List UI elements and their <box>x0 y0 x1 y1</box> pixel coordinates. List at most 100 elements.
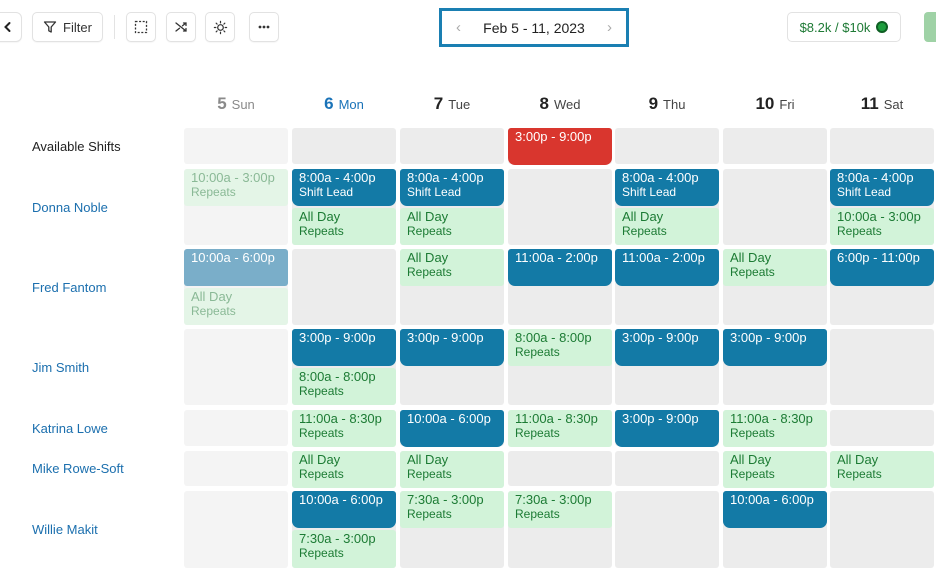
shuffle-button[interactable] <box>166 12 196 42</box>
shift-block[interactable]: 3:00p - 9:00p <box>292 329 396 366</box>
select-box-icon <box>134 20 148 34</box>
shift-block[interactable]: 8:00a - 8:00p Repeats <box>508 329 612 366</box>
select-area-button[interactable] <box>126 12 156 42</box>
schedule-cell[interactable] <box>292 249 396 325</box>
shift-subtitle: Repeats <box>730 265 775 279</box>
shift-block[interactable]: 8:00a - 4:00p Shift Lead <box>830 169 934 206</box>
day-header-mon: 6 Mon <box>292 94 396 116</box>
shift-block[interactable]: 10:00a - 6:00p <box>400 410 504 447</box>
schedule-cell[interactable] <box>830 329 934 405</box>
shift-time: 10:00a - 6:00p <box>191 250 275 265</box>
schedule-cell[interactable] <box>508 451 612 486</box>
chevron-left-icon[interactable]: ‹ <box>456 20 461 35</box>
schedule-cell[interactable] <box>723 128 827 164</box>
day-name: Thu <box>663 97 686 112</box>
shift-block[interactable]: 3:00p - 9:00p <box>508 128 612 165</box>
shift-block[interactable]: 7:30a - 3:00p Repeats <box>400 491 504 528</box>
shift-block[interactable]: 7:30a - 3:00p Repeats <box>292 530 396 568</box>
shift-time: 11:00a - 8:30p <box>515 411 598 426</box>
schedule-cell[interactable] <box>400 128 504 164</box>
shift-time: All Day <box>730 452 772 467</box>
shift-block[interactable]: All Day Repeats <box>184 288 288 325</box>
schedule-cell[interactable] <box>184 329 288 405</box>
shift-block[interactable]: All Day Repeats <box>830 451 934 488</box>
shift-block[interactable]: 10:00a - 6:00p <box>723 491 827 528</box>
schedule-cell[interactable] <box>184 491 288 568</box>
shift-block[interactable]: All Day Repeats <box>400 208 504 245</box>
shift-subtitle: Repeats <box>837 467 882 481</box>
shift-block[interactable]: All Day Repeats <box>615 208 719 245</box>
row-label-fred-fantom[interactable]: Fred Fantom <box>32 277 106 297</box>
shift-block[interactable]: 8:00a - 4:00p Shift Lead <box>292 169 396 206</box>
schedule-cell[interactable] <box>723 169 827 245</box>
shift-block[interactable]: 3:00p - 9:00p <box>400 329 504 366</box>
shift-block[interactable]: 8:00a - 4:00p Shift Lead <box>615 169 719 206</box>
schedule-cell[interactable] <box>615 491 719 568</box>
shift-block[interactable]: 3:00p - 9:00p <box>615 329 719 366</box>
shift-block[interactable]: All Day Repeats <box>292 451 396 488</box>
shift-subtitle: Repeats <box>622 224 667 238</box>
shift-block[interactable]: 11:00a - 2:00p <box>615 249 719 286</box>
shift-time: 11:00a - 2:00p <box>515 250 598 265</box>
schedule-cell[interactable] <box>184 128 288 164</box>
shift-time: 11:00a - 2:00p <box>622 250 705 265</box>
shift-block[interactable]: All Day Repeats <box>723 451 827 488</box>
shift-block[interactable]: 11:00a - 2:00p <box>508 249 612 286</box>
row-label-mike-rowe-soft[interactable]: Mike Rowe-Soft <box>32 459 124 479</box>
shift-block[interactable]: 10:00a - 6:00p <box>292 491 396 528</box>
schedule-cell[interactable] <box>508 169 612 245</box>
shift-block[interactable]: 11:00a - 8:30p Repeats <box>508 410 612 447</box>
shift-block[interactable]: 11:00a - 8:30p Repeats <box>292 410 396 447</box>
row-label-willie-makit[interactable]: Willie Makit <box>32 520 98 540</box>
day-number: 8 <box>539 94 549 113</box>
shift-time: 10:00a - 3:00p <box>191 170 275 185</box>
schedule-cell[interactable] <box>830 491 934 568</box>
shift-time: 3:00p - 9:00p <box>299 330 376 345</box>
back-button[interactable] <box>0 12 22 42</box>
shift-block[interactable]: 3:00p - 9:00p <box>615 410 719 447</box>
publish-button[interactable] <box>924 12 936 42</box>
shift-subtitle: Repeats <box>407 265 452 279</box>
filter-icon <box>43 21 57 33</box>
shift-time: 8:00a - 4:00p <box>837 170 914 185</box>
shift-time: 3:00p - 9:00p <box>730 330 807 345</box>
chevron-right-icon[interactable]: › <box>607 20 612 35</box>
shift-block[interactable]: 8:00a - 4:00p Shift Lead <box>400 169 504 206</box>
shift-time: 11:00a - 8:30p <box>299 411 382 426</box>
day-header-thu: 9 Thu <box>615 94 719 116</box>
shift-block[interactable]: 8:00a - 8:00p Repeats <box>292 368 396 405</box>
shift-block[interactable]: 10:00a - 3:00p Repeats <box>184 169 288 206</box>
filter-button[interactable]: Filter <box>32 12 103 42</box>
row-label-katrina-lowe[interactable]: Katrina Lowe <box>32 418 108 438</box>
shift-block[interactable]: 11:00a - 8:30p Repeats <box>723 410 827 447</box>
theme-button[interactable] <box>205 12 235 42</box>
schedule-cell[interactable] <box>184 451 288 486</box>
row-label-available-shifts: Available Shifts <box>32 138 121 154</box>
shift-block[interactable]: All Day Repeats <box>400 249 504 286</box>
day-name: Fri <box>779 97 795 112</box>
shift-block[interactable]: All Day Repeats <box>400 451 504 488</box>
shift-block[interactable]: 3:00p - 9:00p <box>723 329 827 366</box>
shift-subtitle: Repeats <box>730 467 775 481</box>
budget-indicator[interactable]: $8.2k / $10k <box>787 12 901 42</box>
shift-block[interactable]: 10:00a - 3:00p Repeats <box>830 208 934 245</box>
shift-block[interactable]: 7:30a - 3:00p Repeats <box>508 491 612 528</box>
shift-time: All Day <box>730 250 772 265</box>
row-label-donna-noble[interactable]: Donna Noble <box>32 197 108 217</box>
shift-block[interactable]: 10:00a - 6:00p <box>184 249 288 286</box>
day-number: 9 <box>648 94 659 113</box>
day-name: Sat <box>883 97 904 112</box>
schedule-cell[interactable] <box>830 410 934 446</box>
schedule-cell[interactable] <box>615 451 719 486</box>
more-options-button[interactable] <box>249 12 279 42</box>
shift-block[interactable]: All Day Repeats <box>723 249 827 286</box>
schedule-cell[interactable] <box>292 128 396 164</box>
date-range-nav: ‹ Feb 5 - 11, 2023 › <box>439 8 629 47</box>
schedule-cell[interactable] <box>184 410 288 446</box>
schedule-cell[interactable] <box>830 128 934 164</box>
shift-block[interactable]: 6:00p - 11:00p <box>830 249 934 286</box>
schedule-cell[interactable] <box>615 128 719 164</box>
row-label-jim-smith[interactable]: Jim Smith <box>32 357 89 377</box>
shift-block[interactable]: All Day Repeats <box>292 208 396 245</box>
shift-time: 10:00a - 6:00p <box>299 492 383 507</box>
